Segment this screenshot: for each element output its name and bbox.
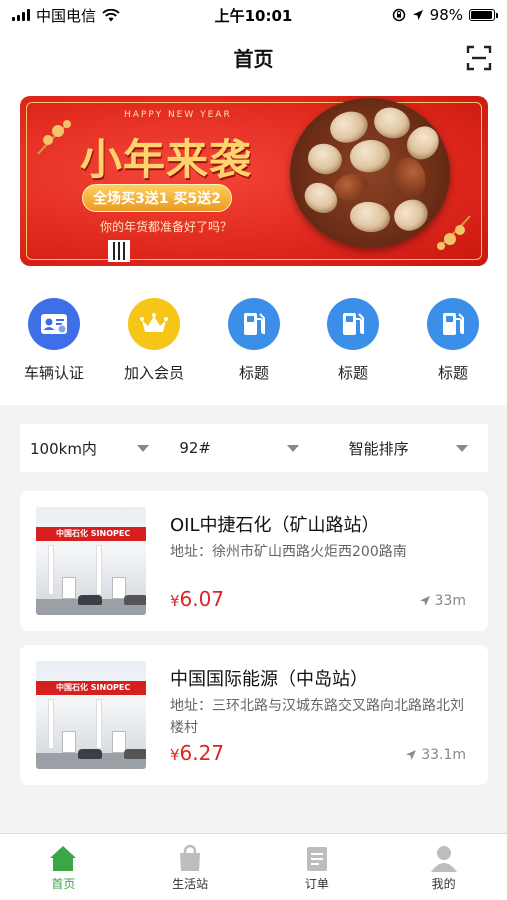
banner-subtitle: 你的年货都准备好了吗？ <box>100 220 233 234</box>
shopping-bag-icon <box>180 844 201 871</box>
station-sign: 中国石化 SINOPEC <box>56 683 131 692</box>
caret-down-icon <box>455 445 468 452</box>
quick-label: 加入会员 <box>123 364 184 382</box>
carrier-label: 中国电信 <box>36 6 97 25</box>
station-distance: 33.1m <box>405 747 466 763</box>
tab-orders[interactable]: 订单 <box>254 834 381 900</box>
station-address: 地址：徐州市矿山西路火炬西200路南 <box>170 544 407 560</box>
station-address: 地址：三环北路与汉城东路交叉路向北路路北刘楼村 <box>170 698 464 736</box>
station-card[interactable]: 中国石化 SINOPEC OIL中捷石化（矿山路站） 地址：徐州市矿山西路火炬西… <box>20 491 488 631</box>
tab-bar: 首页 生活站 订单 我的 <box>0 833 507 900</box>
quick-item-title-2[interactable]: 标题 <box>308 298 398 383</box>
station-card[interactable]: 中国石化 SINOPEC 中国国际能源（中岛站） 地址：三环北路与汉城东路交叉路… <box>20 645 488 785</box>
price-value: 6.07 <box>179 587 225 611</box>
station-photo: 中国石化 SINOPEC <box>36 507 146 615</box>
distance-filter[interactable]: 100km内 <box>20 424 169 472</box>
caret-down-icon <box>286 445 299 452</box>
rotation-lock-icon <box>392 8 406 22</box>
price-value: 6.27 <box>179 741 225 765</box>
tab-label: 订单 <box>304 877 329 891</box>
banner-title: 小年来袭 <box>80 135 253 184</box>
qr-code-icon <box>108 240 130 262</box>
home-icon <box>50 846 77 871</box>
quick-label: 标题 <box>238 364 269 382</box>
location-arrow-icon <box>406 750 417 760</box>
quick-item-title-3[interactable]: 标题 <box>408 298 498 383</box>
quick-label: 标题 <box>437 364 468 382</box>
tab-mine[interactable]: 我的 <box>380 834 507 900</box>
tab-label: 我的 <box>431 877 456 891</box>
location-arrow-icon <box>419 596 430 606</box>
promo-banner[interactable]: HAPPY NEW YEAR 小年来袭 全场买3送1 买5送2 你的年货都准备好… <box>20 96 488 266</box>
signal-icon <box>12 9 30 21</box>
fuel-pump-icon <box>327 298 379 350</box>
battery-percent: 98% <box>429 6 463 24</box>
status-bar: 中国电信 上午10:01 98% <box>0 0 507 30</box>
filter-label: 100km内 <box>30 439 97 458</box>
crown-icon <box>128 298 180 350</box>
station-name: 中国国际能源（中岛站） <box>170 669 368 690</box>
banner-greeting: HAPPY NEW YEAR <box>124 110 232 120</box>
currency-symbol: ¥ <box>170 592 180 610</box>
fuel-pump-icon <box>228 298 280 350</box>
station-price: ¥6.27 <box>170 741 224 765</box>
status-left: 中国电信 <box>12 5 120 26</box>
wifi-icon <box>102 8 120 22</box>
filter-bar: 100km内 92# 智能排序 <box>20 424 488 472</box>
nav-bar: 首页 <box>0 30 507 85</box>
currency-symbol: ¥ <box>170 746 180 764</box>
location-arrow-icon <box>412 9 424 21</box>
pecan-plate-image <box>290 98 450 248</box>
station-name: OIL中捷石化（矿山路站） <box>170 515 380 536</box>
battery-fill <box>471 11 492 19</box>
quick-item-membership[interactable]: 加入会员 <box>109 298 199 383</box>
station-photo: 中国石化 SINOPEC <box>36 661 146 769</box>
banner-promo: 全场买3送1 买5送2 <box>82 184 232 212</box>
sort-filter[interactable]: 智能排序 <box>319 424 488 472</box>
distance-value: 33m <box>434 593 466 609</box>
station-distance: 33m <box>419 593 466 609</box>
fuel-type-filter[interactable]: 92# <box>169 424 318 472</box>
quick-item-title-1[interactable]: 标题 <box>209 298 299 383</box>
station-price: ¥6.07 <box>170 587 224 611</box>
tab-life-station[interactable]: 生活站 <box>127 834 254 900</box>
tab-label: 生活站 <box>172 877 209 891</box>
caret-down-icon <box>137 445 150 452</box>
quick-label: 标题 <box>337 364 368 382</box>
order-list-icon <box>306 847 327 871</box>
gold-branch-icon <box>37 120 71 155</box>
scan-button[interactable] <box>465 44 493 72</box>
fuel-pump-icon <box>427 298 479 350</box>
tab-label: 首页 <box>51 877 76 891</box>
quick-label: 车辆认证 <box>23 364 84 382</box>
status-right: 98% <box>392 6 498 24</box>
id-card-icon <box>28 298 80 350</box>
battery-icon <box>469 9 498 21</box>
tab-home[interactable]: 首页 <box>0 834 127 900</box>
scan-icon <box>466 45 492 71</box>
distance-value: 33.1m <box>421 747 466 763</box>
station-sign: 中国石化 SINOPEC <box>56 529 131 538</box>
gold-branch-icon <box>437 215 471 250</box>
user-icon <box>430 846 457 872</box>
quick-item-vehicle-auth[interactable]: 车辆认证 <box>9 298 99 383</box>
quick-actions: 车辆认证 加入会员 标题 标题 标题 <box>0 298 507 398</box>
page-title: 首页 <box>233 47 274 71</box>
filter-label: 92# <box>179 439 211 457</box>
filter-label: 智能排序 <box>348 439 409 458</box>
status-time: 上午10:01 <box>214 6 293 25</box>
